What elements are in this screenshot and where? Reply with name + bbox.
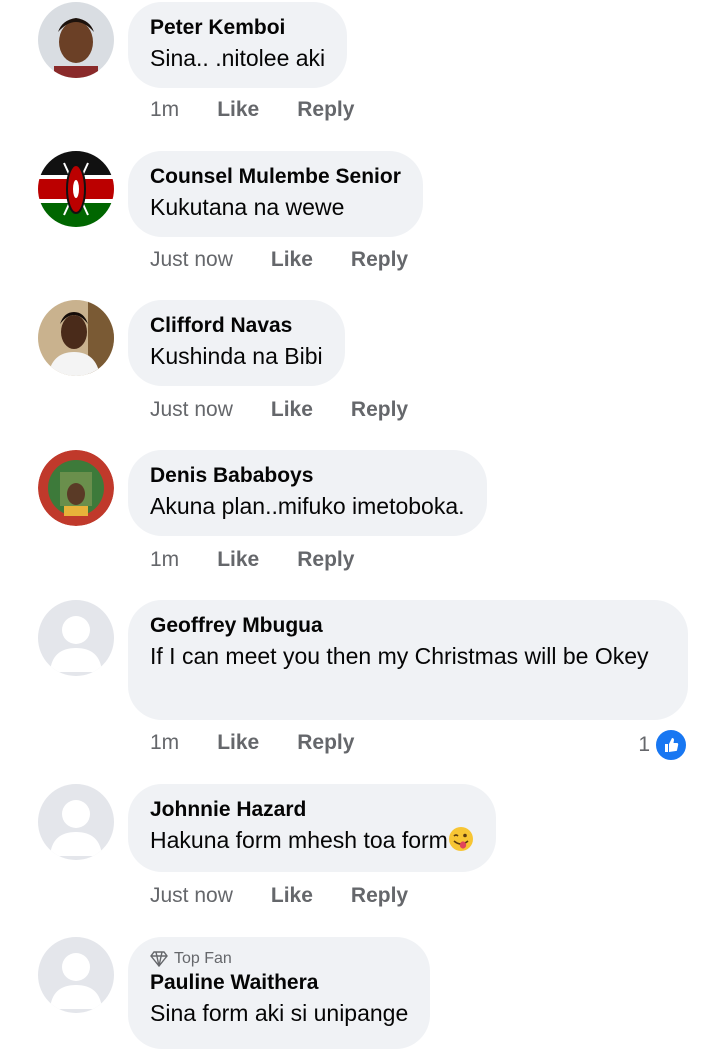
comment-actions: 1m Like Reply (150, 548, 392, 572)
comment-actions: Just now Like Reply (150, 248, 446, 272)
comment-bubble: Denis Bababoys Akuna plan..mifuko imetob… (128, 450, 487, 536)
kenya-flag-icon (38, 151, 114, 227)
comment-time[interactable]: 1m (150, 731, 179, 755)
avatar[interactable] (38, 937, 114, 1013)
comment-text: Sina form aki si unipange (150, 1000, 409, 1026)
top-fan-label: Top Fan (174, 950, 232, 967)
comment-text: Akuna plan..mifuko imetoboka. (150, 493, 465, 519)
comment-actions: Just now Like Reply (150, 884, 446, 908)
profile-photo-icon (38, 2, 114, 78)
reply-button[interactable]: Reply (351, 884, 408, 908)
avatar[interactable] (38, 300, 114, 376)
comment-time[interactable]: Just now (150, 884, 233, 908)
reply-button[interactable]: Reply (297, 548, 354, 572)
comment-time[interactable]: Just now (150, 248, 233, 272)
avatar[interactable] (38, 450, 114, 526)
commenter-name[interactable]: Counsel Mulembe Senior (150, 163, 401, 191)
comment-bubble: Counsel Mulembe Senior Kukutana na wewe (128, 151, 423, 237)
like-button[interactable]: Like (271, 884, 313, 908)
reply-button[interactable]: Reply (297, 98, 354, 122)
thumbs-up-icon (654, 728, 688, 762)
comment-text: If I can meet you then my Christmas will… (150, 643, 649, 669)
comment-text: Hakuna form mhesh toa form (150, 824, 474, 857)
commenter-name[interactable]: Pauline Waithera (150, 969, 408, 997)
winking-tongue-emoji-icon (448, 827, 473, 851)
commenter-name[interactable]: Clifford Navas (150, 312, 323, 340)
reply-button[interactable]: Reply (297, 731, 354, 755)
comment-bubble: Johnnie Hazard Hakuna form mhesh toa for… (128, 784, 496, 872)
comment-bubble: Peter Kemboi Sina.. .nitolee aki (128, 2, 348, 88)
default-avatar-icon (38, 937, 114, 1013)
comment-time[interactable]: Just now (150, 398, 233, 422)
comment-text: Kushinda na Bibi (150, 343, 323, 369)
comment-bubble: Clifford Navas Kushinda na Bibi (128, 300, 345, 386)
commenter-name[interactable]: Peter Kemboi (150, 14, 325, 42)
comment-text: Kukutana na wewe (150, 194, 345, 220)
reply-button[interactable]: Reply (351, 248, 408, 272)
like-button[interactable]: Like (217, 548, 259, 572)
top-fan-badge: Top Fan (150, 949, 408, 969)
comment-bubble: Top Fan Pauline Waithera Sina form aki s… (128, 937, 431, 1049)
default-avatar-icon (38, 600, 114, 676)
reaction-summary[interactable]: 1 (638, 728, 688, 762)
comment-actions: 1m Like Reply (150, 98, 392, 122)
avatar[interactable] (38, 151, 114, 227)
comment-actions: Just now Like Reply (150, 398, 446, 422)
commenter-name[interactable]: Denis Bababoys (150, 462, 465, 490)
like-button[interactable]: Like (217, 731, 259, 755)
comment-time[interactable]: 1m (150, 548, 179, 572)
comment-actions: 1m Like Reply (150, 731, 392, 755)
like-button[interactable]: Like (217, 98, 259, 122)
avatar[interactable] (38, 784, 114, 860)
reply-button[interactable]: Reply (351, 398, 408, 422)
like-button[interactable]: Like (271, 248, 313, 272)
comment-bubble: Geoffrey Mbugua If I can meet you then m… (128, 600, 688, 720)
commenter-name[interactable]: Johnnie Hazard (150, 796, 474, 824)
reaction-count: 1 (638, 733, 650, 756)
comment-text: Sina.. .nitolee aki (150, 45, 326, 71)
default-avatar-icon (38, 784, 114, 860)
comment-time[interactable]: 1m (150, 98, 179, 122)
like-button[interactable]: Like (271, 398, 313, 422)
diamond-icon (150, 951, 168, 967)
avatar[interactable] (38, 600, 114, 676)
commenter-name[interactable]: Geoffrey Mbugua (150, 612, 666, 640)
avatar[interactable] (38, 2, 114, 78)
comment-text-content: Hakuna form mhesh toa form (150, 827, 448, 853)
profile-photo-icon (38, 300, 114, 376)
profile-photo-icon (38, 450, 114, 526)
